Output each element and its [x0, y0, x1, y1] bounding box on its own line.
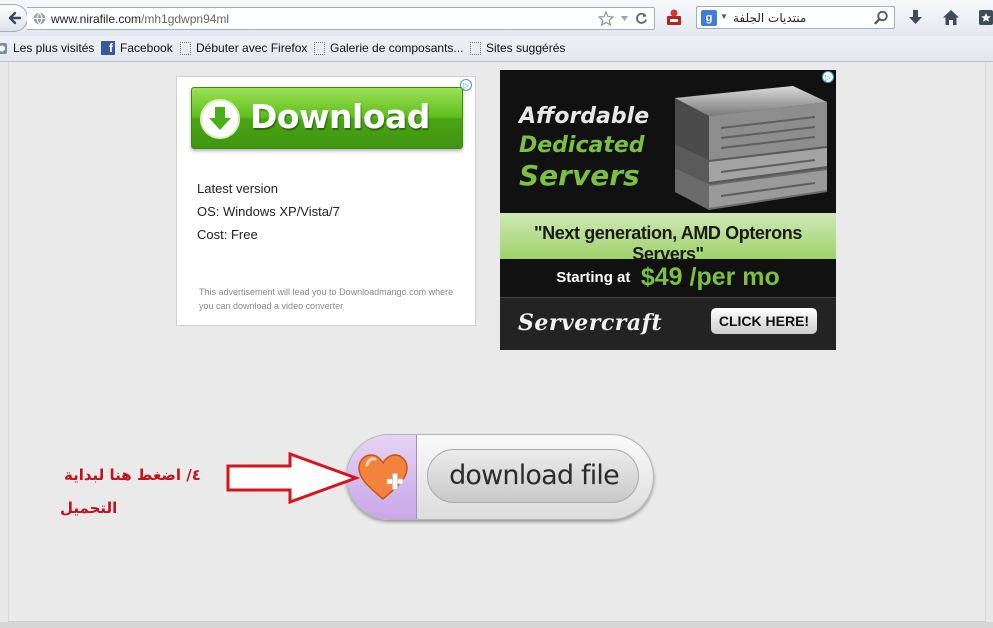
search-engine-dropdown-icon[interactable]: ▼: [720, 12, 728, 21]
page-content: [8, 62, 986, 622]
server-headline: Affordable Dedicated Servers: [519, 102, 649, 192]
navigation-toolbar: www.nirafile.com/mh1gdwpn94ml g ▼: [0, 0, 993, 36]
click-here-button[interactable]: CLICK HERE!: [711, 308, 817, 334]
download-file-label: download file: [449, 460, 620, 491]
status-strip: [0, 622, 993, 628]
downloads-icon[interactable]: [907, 9, 924, 26]
ad-disclaimer: This advertisement will lead you to Down…: [199, 287, 454, 311]
red-arrow-icon: [226, 452, 360, 504]
ad-info: Latest version OS: Windows XP/Vista/7 Co…: [197, 177, 340, 246]
bookmark-star-icon[interactable]: [598, 11, 614, 26]
brand-name: Servercraft: [518, 310, 663, 336]
page-icon: [470, 41, 481, 55]
bookmarks-toolbar: Les plus visités f Facebook Débuter avec…: [0, 36, 993, 62]
annotation-line-2: التحميل: [60, 499, 118, 517]
ad-info-line: Latest version: [197, 181, 278, 196]
price-value: $49 /per mo: [640, 263, 780, 291]
bookmark-label: Les plus visités: [13, 41, 95, 55]
page-icon: [180, 41, 191, 55]
google-icon[interactable]: g: [701, 10, 717, 26]
tagline-text: "Next generation, AMD Opterons Servers": [534, 223, 802, 264]
bookmarks-menu-icon[interactable]: [978, 9, 993, 26]
bookmark-facebook[interactable]: f Facebook: [101, 41, 173, 55]
most-visited-icon: [0, 42, 7, 54]
page-icon: [314, 41, 325, 55]
url-text[interactable]: www.nirafile.com/mh1gdwpn94ml: [51, 12, 229, 26]
price-line: Starting at $49 /per mo: [500, 263, 836, 292]
bookmark-web-slice-gallery[interactable]: Galerie de composants...: [314, 41, 463, 55]
history-dropdown-icon[interactable]: [620, 14, 629, 23]
bookmark-most-visited[interactable]: Les plus visités: [0, 41, 94, 55]
home-icon[interactable]: [942, 9, 960, 26]
server-advertisement[interactable]: ▷ Affordable Dedicated Servers "Next gen…: [500, 70, 836, 350]
price-prefix: Starting at: [556, 269, 631, 286]
bookmark-label: Sites suggérés: [486, 41, 566, 55]
bookmark-label: Débuter avec Firefox: [196, 41, 308, 55]
server-rack-image: [675, 86, 827, 210]
download-arrow-icon: [200, 99, 240, 139]
reload-icon[interactable]: [635, 12, 648, 25]
globe-icon: [33, 12, 46, 25]
facebook-icon: f: [101, 41, 115, 55]
headline-line: Dedicated: [519, 133, 645, 158]
brand-band: Servercraft CLICK HERE!: [500, 297, 836, 350]
search-icon[interactable]: [874, 10, 889, 25]
back-button[interactable]: [0, 4, 28, 32]
annotation-line-1: ٤/ اضغط هنا لبداية: [64, 466, 201, 484]
url-path: /mh1gdwpn94ml: [141, 12, 230, 26]
download-advertisement[interactable]: ▷ Download Latest version OS: Windows XP…: [176, 76, 476, 326]
search-box[interactable]: g ▼: [696, 6, 895, 29]
adchoices-icon[interactable]: ▷: [822, 71, 834, 83]
bookmark-label: Galerie de composants...: [330, 41, 464, 55]
download-file-inner[interactable]: download file: [427, 449, 639, 503]
url-host: www.nirafile.com: [51, 12, 142, 26]
ad-info-line: Cost: Free: [197, 227, 258, 242]
url-bar[interactable]: www.nirafile.com/mh1gdwpn94ml: [27, 7, 655, 30]
ad-download-label: Download: [250, 97, 430, 136]
bookmark-suggested-sites[interactable]: Sites suggérés: [470, 41, 565, 55]
headline-line: Servers: [519, 159, 640, 192]
download-file-button[interactable]: download file: [346, 434, 654, 520]
bookmark-getting-started[interactable]: Débuter avec Firefox: [180, 41, 307, 55]
ad-info-line: OS: Windows XP/Vista/7: [197, 204, 340, 219]
addon-icon[interactable]: [666, 8, 682, 26]
headline-line: Affordable: [519, 104, 650, 129]
back-arrow-icon: [8, 11, 21, 25]
search-input[interactable]: [733, 10, 869, 26]
ad-download-button[interactable]: Download: [191, 87, 463, 149]
bookmark-label: Facebook: [120, 41, 173, 55]
